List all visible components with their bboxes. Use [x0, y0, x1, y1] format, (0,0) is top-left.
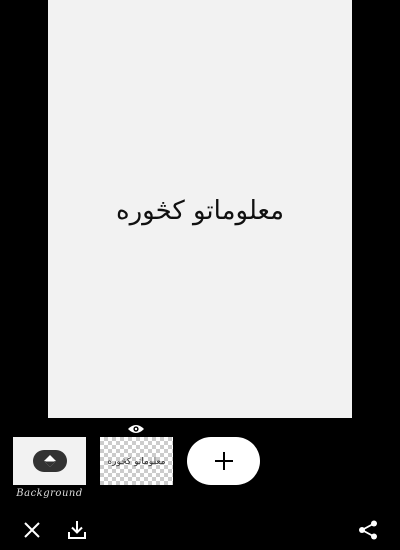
- bottom-toolbar: [0, 510, 400, 550]
- close-icon[interactable]: [21, 519, 43, 541]
- share-icon[interactable]: [357, 519, 379, 541]
- download-icon[interactable]: [66, 519, 88, 541]
- layers-strip: Background معلوماتو کڅوره: [0, 420, 400, 502]
- design-canvas[interactable]: معلوماتو کڅوره: [48, 0, 352, 418]
- background-layer-label: Background: [16, 488, 83, 499]
- text-layer-preview: معلوماتو کڅوره: [107, 457, 166, 467]
- canvas-text[interactable]: معلوماتو کڅوره: [116, 196, 284, 226]
- eye-icon[interactable]: [127, 423, 145, 435]
- background-layer-thumbnail[interactable]: [13, 437, 86, 485]
- text-layer-thumbnail[interactable]: معلوماتو کڅوره: [100, 437, 173, 485]
- plus-icon: [214, 452, 233, 470]
- fill-icon: [32, 450, 67, 472]
- add-layer-button[interactable]: [187, 437, 260, 485]
